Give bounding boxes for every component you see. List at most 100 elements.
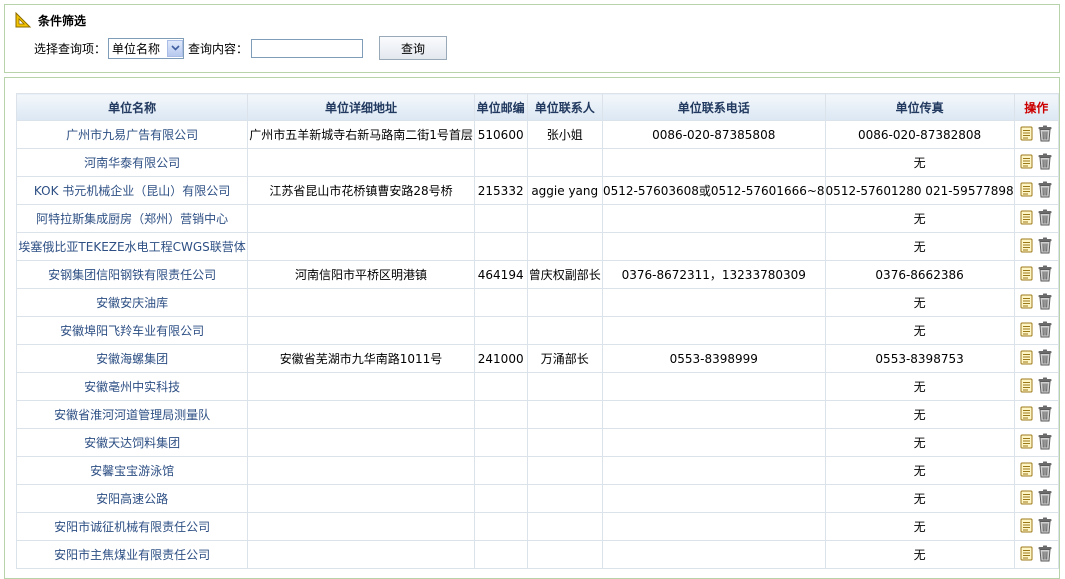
document-edit-icon[interactable] (1020, 546, 1033, 564)
table-row: 安阳市主焦煤业有限责任公司无 (17, 541, 1059, 569)
cell-name[interactable]: 安阳市主焦煤业有限责任公司 (17, 541, 248, 569)
cell-address: 江苏省昆山市花桥镇曹安路28号桥 (248, 177, 475, 205)
cell-phone: 0376-8672311，13233780309 (602, 261, 825, 289)
query-field-select-value: 单位名称 (109, 40, 167, 57)
cell-contact (527, 513, 602, 541)
cell-postcode (474, 513, 527, 541)
trash-icon[interactable] (1037, 125, 1053, 145)
trash-icon[interactable] (1037, 489, 1053, 509)
cell-contact (527, 485, 602, 513)
cell-address (248, 149, 475, 177)
cell-name[interactable]: 河南华泰有限公司 (17, 149, 248, 177)
document-edit-icon[interactable] (1020, 322, 1033, 340)
document-edit-icon[interactable] (1020, 126, 1033, 144)
filter-panel: 条件筛选 选择查询项： 单位名称 查询内容： 查询 (4, 4, 1060, 73)
cell-fax: 0086-020-87382808 (825, 121, 1014, 149)
cell-fax: 无 (825, 205, 1014, 233)
cell-fax: 0376-8662386 (825, 261, 1014, 289)
cell-fax: 0512-57601280 021-59577898 (825, 177, 1014, 205)
document-edit-icon[interactable] (1020, 182, 1033, 200)
document-edit-icon[interactable] (1020, 378, 1033, 396)
document-edit-icon[interactable] (1020, 154, 1033, 172)
trash-icon[interactable] (1037, 433, 1053, 453)
actions-group (1015, 125, 1058, 145)
cell-phone (602, 401, 825, 429)
cell-postcode (474, 485, 527, 513)
trash-icon[interactable] (1037, 545, 1053, 565)
query-button[interactable]: 查询 (379, 36, 447, 60)
cell-actions (1014, 457, 1058, 485)
cell-address (248, 233, 475, 261)
cell-postcode (474, 289, 527, 317)
trash-icon[interactable] (1037, 265, 1053, 285)
document-edit-icon[interactable] (1020, 210, 1033, 228)
cell-address (248, 289, 475, 317)
trash-icon[interactable] (1037, 209, 1053, 229)
cell-name[interactable]: 安阳高速公路 (17, 485, 248, 513)
trash-icon[interactable] (1037, 321, 1053, 341)
cell-fax: 无 (825, 485, 1014, 513)
document-edit-icon[interactable] (1020, 238, 1033, 256)
cell-address: 广州市五羊新城寺右新马路南二街1号首层 (248, 121, 475, 149)
document-edit-icon[interactable] (1020, 462, 1033, 480)
trash-icon[interactable] (1037, 293, 1053, 313)
cell-name[interactable]: 安钢集团信阳钢铁有限责任公司 (17, 261, 248, 289)
trash-icon[interactable] (1037, 461, 1053, 481)
table-row: 安钢集团信阳钢铁有限责任公司河南信阳市平桥区明港镇464194曾庆权副部长037… (17, 261, 1059, 289)
cell-address (248, 485, 475, 513)
header-postcode: 单位邮编 (474, 94, 527, 121)
cell-name[interactable]: 安馨宝宝游泳馆 (17, 457, 248, 485)
cell-name[interactable]: 安徽亳州中实科技 (17, 373, 248, 401)
trash-icon[interactable] (1037, 405, 1053, 425)
cell-actions (1014, 317, 1058, 345)
actions-group (1015, 433, 1058, 453)
cell-contact (527, 457, 602, 485)
cell-actions (1014, 233, 1058, 261)
document-edit-icon[interactable] (1020, 490, 1033, 508)
document-edit-icon[interactable] (1020, 434, 1033, 452)
cell-contact: aggie yang (527, 177, 602, 205)
cell-name[interactable]: 安徽天达饲料集团 (17, 429, 248, 457)
trash-icon[interactable] (1037, 377, 1053, 397)
document-edit-icon[interactable] (1020, 266, 1033, 284)
header-contact: 单位联系人 (527, 94, 602, 121)
document-edit-icon[interactable] (1020, 406, 1033, 424)
table-row: 安徽海螺集团安徽省芜湖市九华南路1011号241000万涌部长0553-8398… (17, 345, 1059, 373)
document-edit-icon[interactable] (1020, 350, 1033, 368)
cell-name[interactable]: 广州市九易广告有限公司 (17, 121, 248, 149)
filter-title: 条件筛选 (15, 11, 86, 29)
cell-name[interactable]: 安徽安庆油库 (17, 289, 248, 317)
trash-icon[interactable] (1037, 517, 1053, 537)
trash-icon[interactable] (1037, 237, 1053, 257)
header-address: 单位详细地址 (248, 94, 475, 121)
cell-name[interactable]: 安徽省淮河河道管理局测量队 (17, 401, 248, 429)
query-field-select[interactable]: 单位名称 (108, 38, 184, 59)
query-content-input[interactable] (251, 39, 363, 58)
cell-contact (527, 289, 602, 317)
cell-name[interactable]: 安阳市诚征机械有限责任公司 (17, 513, 248, 541)
cell-contact (527, 541, 602, 569)
cell-postcode: 464194 (474, 261, 527, 289)
actions-group (1015, 517, 1058, 537)
cell-postcode (474, 373, 527, 401)
cell-name[interactable]: 安徽海螺集团 (17, 345, 248, 373)
cell-name[interactable]: 阿特拉斯集成厨房（郑州）营销中心 (17, 205, 248, 233)
chevron-down-icon[interactable] (167, 40, 183, 57)
table-row: 安徽埠阳飞羚车业有限公司无 (17, 317, 1059, 345)
cell-actions (1014, 541, 1058, 569)
cell-actions (1014, 121, 1058, 149)
content-field-label: 查询内容： (188, 40, 248, 57)
cell-postcode (474, 149, 527, 177)
document-edit-icon[interactable] (1020, 518, 1033, 536)
trash-icon[interactable] (1037, 181, 1053, 201)
cell-phone (602, 541, 825, 569)
trash-icon[interactable] (1037, 153, 1053, 173)
cell-address (248, 205, 475, 233)
cell-name[interactable]: 安徽埠阳飞羚车业有限公司 (17, 317, 248, 345)
actions-group (1015, 405, 1058, 425)
document-edit-icon[interactable] (1020, 294, 1033, 312)
cell-name[interactable]: 埃塞俄比亚TEKEZE水电工程CWGS联营体 (17, 233, 248, 261)
trash-icon[interactable] (1037, 349, 1053, 369)
cell-name[interactable]: KOK 书元机械企业（昆山）有限公司 (17, 177, 248, 205)
cell-phone (602, 149, 825, 177)
